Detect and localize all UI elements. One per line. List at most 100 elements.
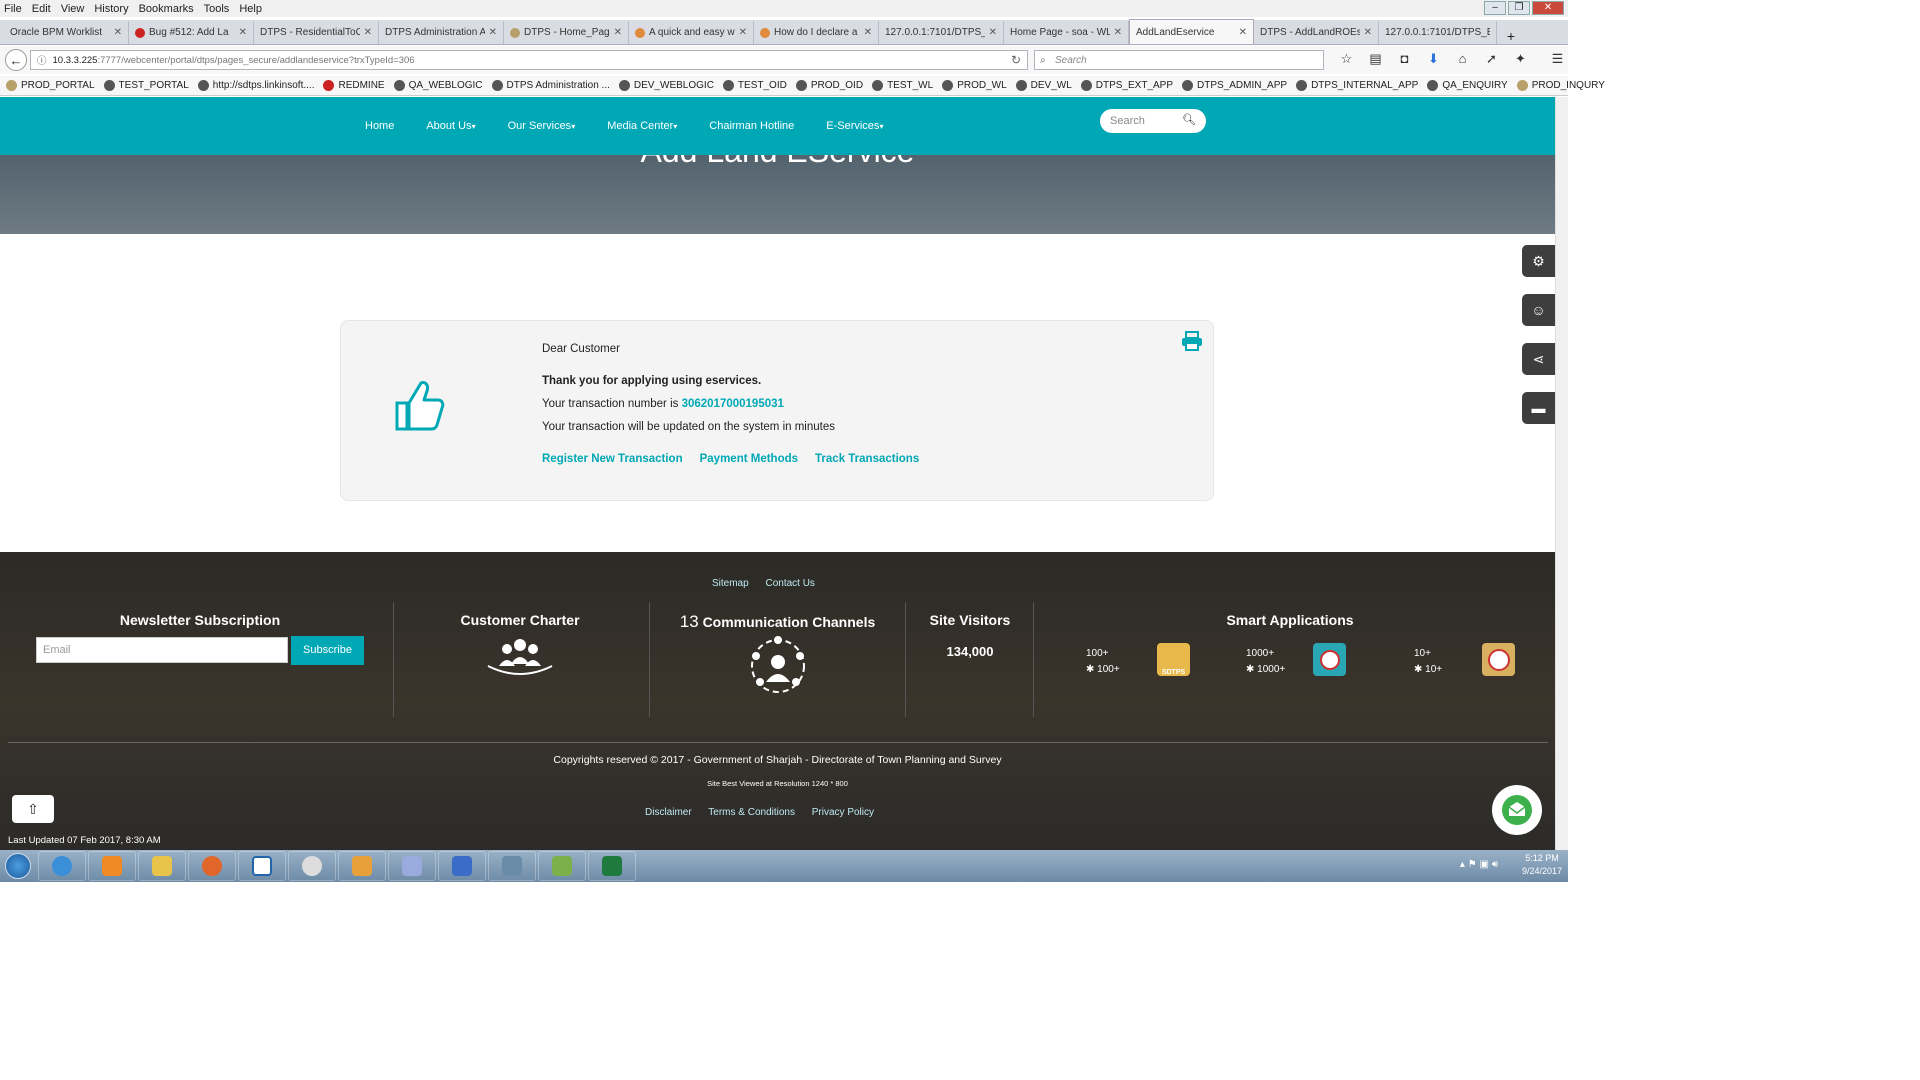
browser-tab[interactable]: DTPS - Home_Pag ✕ [504,21,629,44]
close-tab-icon[interactable]: ✕ [1364,27,1372,38]
new-tab-button[interactable]: + [1501,28,1521,44]
downloads-icon[interactable]: ⬇ [1419,51,1448,67]
terms-conditions-link[interactable]: Terms & Conditions [708,807,795,818]
browser-tab[interactable]: DTPS Administration A ✕ [379,21,504,44]
chat-icon[interactable]: ▬ [1522,392,1555,424]
browser-tab[interactable]: Bug #512: Add La ✕ [129,21,254,44]
bookmark-item[interactable]: DTPS_INTERNAL_APP [1296,80,1418,91]
browser-search-input[interactable]: ⌕ Search [1034,50,1324,70]
start-button[interactable] [0,851,36,881]
close-tab-icon[interactable]: ✕ [1239,27,1247,38]
browser-tab[interactable]: 127.0.0.1:7101/DTPS_E ✕ [879,21,1004,44]
browser-tab-active[interactable]: AddLandEservice ✕ [1129,19,1254,44]
taskbar-item[interactable] [188,851,236,881]
subscribe-button[interactable]: Subscribe [291,636,364,665]
site-search-input[interactable]: Search 🔍︎ [1100,109,1206,133]
browser-tab[interactable]: DTPS - AddLandROEse ✕ [1254,21,1379,44]
disclaimer-link[interactable]: Disclaimer [645,807,692,818]
close-tab-icon[interactable]: ✕ [364,27,372,38]
menu-view[interactable]: View [61,3,85,15]
sharjah-app-icon[interactable] [1313,643,1346,676]
system-clock[interactable]: 5:12 PM 9/24/2017 [1522,852,1562,878]
menu-history[interactable]: History [94,3,128,15]
pocket-icon[interactable]: ◘ [1390,51,1419,67]
email-field[interactable]: Email [36,637,288,663]
taskbar-item[interactable] [338,851,386,881]
bookmark-item[interactable]: DEV_WL [1015,80,1072,91]
bookmark-item[interactable]: PROD_INQURY [1516,80,1605,91]
taskbar-item[interactable] [138,851,186,881]
bookmark-item[interactable]: QA_WEBLOGIC [393,80,483,91]
sharjah-gov-app-icon[interactable] [1482,643,1515,676]
reading-list-icon[interactable]: ▤ [1361,51,1390,67]
close-window-button[interactable]: ✕ [1532,1,1564,15]
send-icon[interactable]: ➚ [1477,51,1506,67]
bookmark-item[interactable]: PROD_PORTAL [6,80,95,91]
bookmark-item[interactable]: PROD_WL [942,80,1007,91]
nav-our-services[interactable]: Our Services▾ [508,120,576,132]
nav-e-services[interactable]: E-Services▾ [826,120,883,132]
close-tab-icon[interactable]: ✕ [739,27,747,38]
hamburger-menu-icon[interactable]: ☰ [1543,51,1572,67]
close-tab-icon[interactable]: ✕ [489,27,497,38]
taskbar-item[interactable] [588,851,636,881]
browser-tab[interactable]: How do I declare a ✕ [754,21,879,44]
search-icon[interactable]: 🔍︎ [1182,113,1196,126]
browser-tab[interactable]: 127.0.0.1:7101/DTPS_E [1379,21,1497,44]
close-tab-icon[interactable]: ✕ [614,27,622,38]
bookmark-item[interactable]: TEST_OID [722,80,787,91]
mail-button[interactable] [1492,785,1542,835]
page-scrollbar[interactable] [1555,97,1568,850]
bookmark-item[interactable]: DTPS_EXT_APP [1080,80,1173,91]
bookmark-star-icon[interactable]: ☆ [1332,51,1361,67]
bookmark-item[interactable]: DEV_WEBLOGIC [618,80,714,91]
back-button[interactable]: ← [5,49,27,71]
bookmark-item[interactable]: TEST_PORTAL [103,80,189,91]
smiley-feedback-icon[interactable]: ☺ [1522,294,1555,326]
sdtps-app-icon[interactable]: SDTPS [1157,643,1190,676]
close-tab-icon[interactable]: ✕ [1114,27,1122,38]
bookmark-item[interactable]: PROD_OID [795,80,863,91]
taskbar-item[interactable] [388,851,436,881]
restore-button[interactable]: ❐ [1508,1,1530,15]
info-icon[interactable]: ⓘ [37,53,47,67]
track-transactions-link[interactable]: Track Transactions [815,453,919,465]
customer-charter-section[interactable]: Customer Charter [440,612,600,679]
extension-icon[interactable]: ✦ [1506,51,1535,67]
nav-about-us[interactable]: About Us▾ [426,120,475,132]
nav-chairman-hotline[interactable]: Chairman Hotline [709,120,794,132]
taskbar-item[interactable] [488,851,536,881]
taskbar-item[interactable] [438,851,486,881]
home-icon[interactable]: ⌂ [1448,51,1477,67]
bookmark-item[interactable]: TEST_WL [872,80,933,91]
close-tab-icon[interactable]: ✕ [239,27,247,38]
scroll-to-top-button[interactable]: ⇧ [12,795,54,823]
menu-tools[interactable]: Tools [204,3,230,15]
privacy-policy-link[interactable]: Privacy Policy [812,807,874,818]
close-tab-icon[interactable]: ✕ [114,27,122,38]
url-bar[interactable]: ⓘ 10.3.3.225:7777/webcenter/portal/dtps/… [30,50,1028,70]
bookmark-item[interactable]: DTPS_ADMIN_APP [1182,80,1287,91]
bookmark-item[interactable]: DTPS Administration ... [491,80,610,91]
sitemap-link[interactable]: Sitemap [712,578,749,589]
browser-tab[interactable]: Home Page - soa - WL ✕ [1004,21,1129,44]
bookmark-item[interactable]: REDMINE [323,80,385,91]
browser-tab[interactable]: A quick and easy w ✕ [629,21,754,44]
minimize-button[interactable]: – [1484,1,1506,15]
nav-media-center[interactable]: Media Center▾ [607,120,677,132]
nav-home[interactable]: Home [365,120,394,132]
contact-us-link[interactable]: Contact Us [765,578,814,589]
communication-channels-section[interactable]: 13 Communication Channels [660,612,895,701]
menu-edit[interactable]: Edit [32,3,51,15]
browser-tab[interactable]: Oracle BPM Worklist ✕ [4,21,129,44]
taskbar-item[interactable] [238,851,286,881]
taskbar-item[interactable] [288,851,336,881]
taskbar-item[interactable] [538,851,586,881]
reload-icon[interactable]: ↻ [1011,53,1021,67]
menu-help[interactable]: Help [239,3,262,15]
browser-tab[interactable]: DTPS - ResidentialToC ✕ [254,21,379,44]
taskbar-item[interactable] [38,851,86,881]
taskbar-item[interactable] [88,851,136,881]
payment-methods-link[interactable]: Payment Methods [700,453,798,465]
menu-bookmarks[interactable]: Bookmarks [139,3,194,15]
